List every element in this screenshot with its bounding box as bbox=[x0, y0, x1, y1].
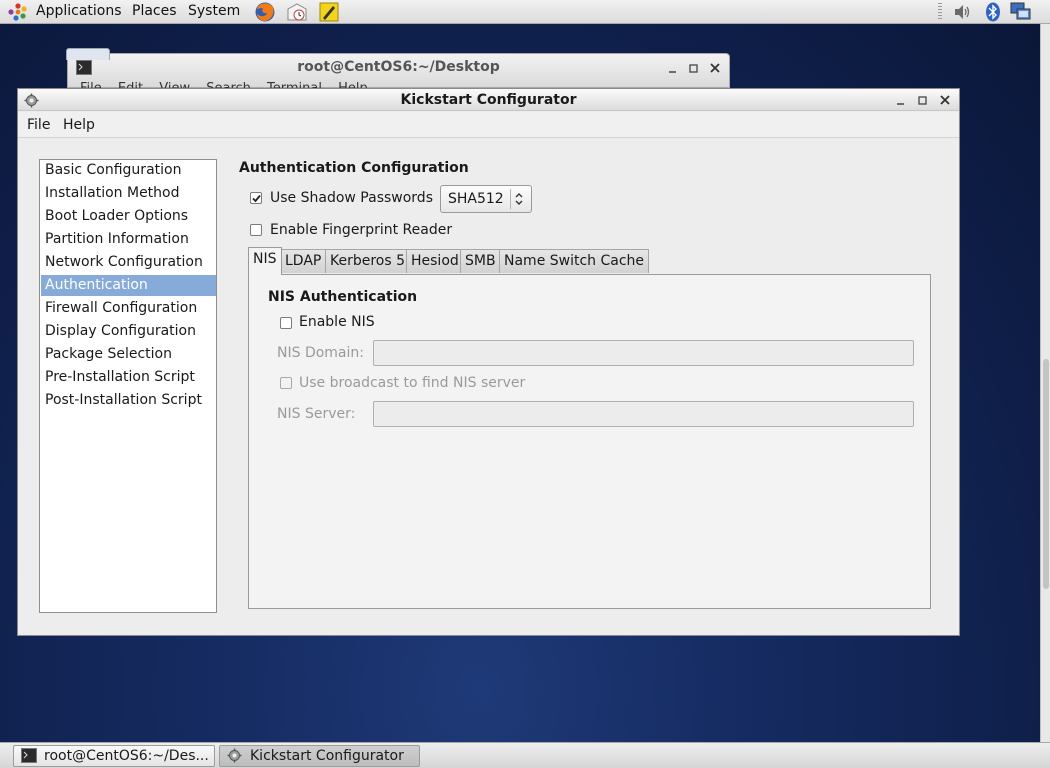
applications-logo-icon bbox=[8, 3, 28, 21]
taskbar-item-label: Kickstart Configurator bbox=[250, 748, 404, 764]
nis-heading: NIS Authentication bbox=[268, 289, 418, 305]
taskbar: root@CentOS6:~/Des... Kickstart Configur… bbox=[0, 742, 1050, 768]
select-divider bbox=[510, 189, 511, 209]
close-icon[interactable] bbox=[937, 92, 953, 108]
tab-nis[interactable]: NIS bbox=[248, 247, 282, 275]
tray-separator bbox=[938, 3, 942, 21]
nis-broadcast-checkbox[interactable] bbox=[280, 377, 292, 389]
nis-broadcast-label[interactable]: Use broadcast to find NIS server bbox=[299, 375, 525, 391]
network-icon[interactable] bbox=[1010, 2, 1031, 22]
minimize-icon[interactable] bbox=[665, 61, 681, 77]
taskbar-item-label: root@CentOS6:~/Des... bbox=[44, 748, 209, 764]
hash-algorithm-select[interactable]: SHA512 bbox=[440, 185, 532, 213]
nav-item-pre-installation-script[interactable]: Pre-Installation Script bbox=[41, 367, 216, 388]
nav-item-display-configuration[interactable]: Display Configuration bbox=[41, 321, 216, 342]
shadow-passwords-label[interactable]: Use Shadow Passwords bbox=[270, 190, 433, 206]
nav-item-network-configuration[interactable]: Network Configuration bbox=[41, 252, 216, 273]
nav-item-firewall-configuration[interactable]: Firewall Configuration bbox=[41, 298, 216, 319]
nav-item-installation-method[interactable]: Installation Method bbox=[41, 183, 216, 204]
nav-item-partition-information[interactable]: Partition Information bbox=[41, 229, 216, 250]
close-icon[interactable] bbox=[707, 60, 723, 76]
maximize-icon[interactable] bbox=[686, 61, 702, 77]
desktop-scrollbar[interactable] bbox=[1040, 24, 1050, 742]
section-heading: Authentication Configuration bbox=[239, 160, 469, 176]
nis-server-field[interactable] bbox=[373, 401, 914, 427]
minimize-icon[interactable] bbox=[893, 93, 909, 109]
places-menu[interactable]: Places bbox=[132, 3, 177, 20]
nav-item-authentication[interactable]: Authentication bbox=[41, 275, 216, 296]
enable-nis-checkbox[interactable] bbox=[280, 317, 292, 329]
nav-item-basic-configuration[interactable]: Basic Configuration bbox=[41, 160, 216, 181]
kickstart-menubar: File Help bbox=[18, 112, 959, 138]
tab-ldap[interactable]: LDAP bbox=[280, 249, 327, 273]
terminal-icon bbox=[21, 748, 37, 763]
nis-domain-field[interactable] bbox=[373, 340, 914, 366]
taskbar-item-terminal[interactable]: root@CentOS6:~/Des... bbox=[13, 745, 215, 767]
kickstart-title: Kickstart Configurator bbox=[400, 92, 577, 108]
nav-item-post-installation-script[interactable]: Post-Installation Script bbox=[41, 390, 216, 411]
tab-name-switch-cache[interactable]: Name Switch Cache bbox=[499, 249, 650, 273]
fingerprint-checkbox[interactable] bbox=[250, 224, 262, 236]
top-panel: Applications Places System bbox=[0, 0, 1050, 24]
nis-domain-label: NIS Domain: bbox=[277, 345, 364, 361]
mail-clock-icon[interactable] bbox=[286, 1, 308, 23]
nav-item-boot-loader-options[interactable]: Boot Loader Options bbox=[41, 206, 216, 227]
scrollbar-thumb[interactable] bbox=[1043, 359, 1049, 589]
menu-help[interactable]: Help bbox=[63, 117, 95, 133]
tab-smb[interactable]: SMB bbox=[460, 249, 501, 273]
notes-icon[interactable] bbox=[318, 1, 340, 23]
shadow-passwords-checkbox[interactable] bbox=[250, 192, 262, 204]
kickstart-app-icon bbox=[227, 748, 242, 763]
hash-algorithm-value: SHA512 bbox=[448, 191, 504, 207]
enable-nis-label[interactable]: Enable NIS bbox=[299, 314, 375, 330]
kickstart-window: Kickstart Configurator File Help Basic C… bbox=[17, 88, 960, 636]
system-menu[interactable]: System bbox=[188, 3, 240, 20]
checkmark-icon bbox=[252, 194, 261, 203]
tab-kerberos-5[interactable]: Kerberos 5 bbox=[325, 249, 411, 273]
tab-hesiod[interactable]: Hesiod bbox=[406, 249, 464, 273]
kickstart-titlebar[interactable]: Kickstart Configurator bbox=[18, 89, 959, 111]
maximize-icon[interactable] bbox=[915, 93, 931, 109]
nis-server-label: NIS Server: bbox=[277, 406, 356, 422]
fingerprint-label[interactable]: Enable Fingerprint Reader bbox=[270, 222, 452, 238]
section-list: Basic Configuration Installation Method … bbox=[39, 159, 217, 613]
nis-tab-panel: NIS Authentication Enable NIS NIS Domain… bbox=[248, 274, 931, 609]
taskbar-item-kickstart[interactable]: Kickstart Configurator bbox=[219, 745, 420, 767]
terminal-title: root@CentOS6:~/Desktop bbox=[297, 59, 500, 75]
applications-menu[interactable]: Applications bbox=[36, 3, 122, 20]
bluetooth-icon[interactable] bbox=[983, 2, 1003, 22]
updown-arrows-icon bbox=[513, 191, 525, 207]
terminal-window[interactable]: root@CentOS6:~/Desktop File Edit View Se… bbox=[66, 48, 730, 89]
menu-file[interactable]: File bbox=[27, 117, 50, 133]
volume-icon[interactable] bbox=[952, 2, 972, 22]
firefox-icon[interactable] bbox=[254, 1, 276, 23]
nav-item-package-selection[interactable]: Package Selection bbox=[41, 344, 216, 365]
